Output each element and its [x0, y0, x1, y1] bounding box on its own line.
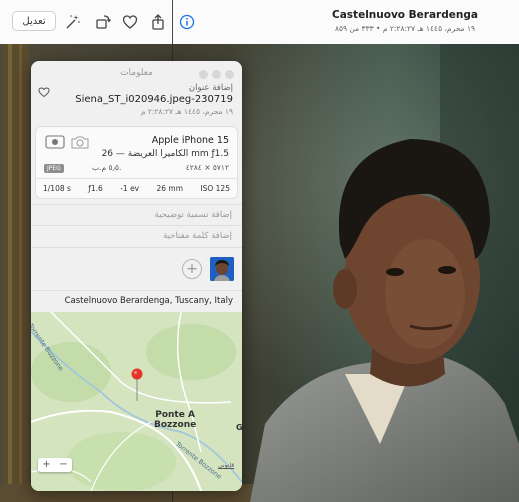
photo-date: ١٩ محرم، ١٤٤٥ هـ ٢:٢٨:٢٧ م: [140, 107, 233, 116]
map-edge-label: G: [236, 423, 242, 432]
megapixels: ٥٫٥ م.ب.: [92, 163, 122, 172]
panel-title: معلومات: [120, 68, 153, 78]
map-zoom-control: + −: [38, 458, 72, 472]
map-pin-icon[interactable]: [130, 368, 144, 402]
camera-mode-icon: [45, 134, 65, 149]
caption-field[interactable]: إضافة تسمية توضيحية: [31, 204, 242, 226]
camera-icon: [70, 134, 90, 149]
aperture: ƒ1.6: [88, 184, 103, 193]
favorite-heart-icon[interactable]: [38, 83, 50, 98]
info-icon[interactable]: [176, 11, 198, 33]
zoom-in-button[interactable]: +: [38, 458, 55, 472]
iso: ISO 125: [200, 184, 230, 193]
caption-placeholder: إضافة تسمية توضيحية: [154, 210, 232, 220]
dimensions: ٥٧١٢ × ٤٢٨٤: [185, 163, 229, 172]
focal-length: 26 mm: [156, 184, 184, 193]
window-subtitle: ١٩ محرم، ١٤٤٥ هـ ٢:٢٨:٢٧ م • ٣٣٣ من ٨٥٩: [334, 24, 476, 33]
toolbar: تعديل Castelnuovo Berardenga ١٩ محرم، ١٤…: [0, 0, 519, 45]
map-legal-link[interactable]: قانوني: [218, 462, 234, 469]
edit-button[interactable]: تعديل: [12, 11, 56, 31]
heart-icon[interactable]: [119, 11, 141, 33]
device-name: Apple iPhone 15: [151, 135, 229, 146]
lens-description: الكاميرا العريضة — 26 mm ƒ1.5: [101, 149, 229, 159]
zoom-button[interactable]: [225, 70, 234, 79]
location-row: Castelnuovo Berardenga, Tuscany, Italy: [31, 290, 242, 312]
shutter-speed: 1/108 s: [43, 184, 71, 193]
close-button[interactable]: [199, 70, 208, 79]
add-title-field[interactable]: إضافة عنوان: [189, 83, 233, 93]
info-panel: معلومات إضافة عنوان Siena_ST_i020946.jpe…: [31, 61, 242, 491]
exposure-bias: -1 ev: [120, 184, 140, 193]
location-text: Castelnuovo Berardenga, Tuscany, Italy: [64, 296, 233, 306]
camera-info-card: Apple iPhone 15 الكاميرا العريضة — 26 mm…: [35, 126, 238, 199]
map-town-label: Ponte A Bozzone: [154, 410, 197, 430]
rotate-icon[interactable]: [92, 11, 114, 33]
window-title: Castelnuovo Berardenga: [332, 9, 478, 21]
filename: Siena_ST_i020946.jpeg-230719: [75, 94, 233, 105]
minimize-button[interactable]: [212, 70, 221, 79]
photos-window: تعديل Castelnuovo Berardenga ١٩ محرم، ١٤…: [0, 0, 519, 502]
zoom-out-button[interactable]: −: [55, 458, 72, 472]
magic-wand-icon[interactable]: [62, 11, 84, 33]
add-person-button[interactable]: +: [182, 259, 202, 279]
format-badge: JPEG: [44, 164, 64, 173]
share-icon[interactable]: [147, 11, 169, 33]
person-avatar[interactable]: [210, 257, 234, 281]
location-map[interactable]: Torrente Bozzone Ponte A Bozzone Torrent…: [31, 312, 242, 491]
exif-row: 1/108 s ƒ1.6 -1 ev 26 mm ISO 125: [36, 178, 237, 198]
keyword-placeholder: إضافة كلمة مفتاحية: [163, 231, 232, 241]
keyword-field[interactable]: إضافة كلمة مفتاحية: [31, 226, 242, 248]
people-row: +: [31, 250, 242, 288]
